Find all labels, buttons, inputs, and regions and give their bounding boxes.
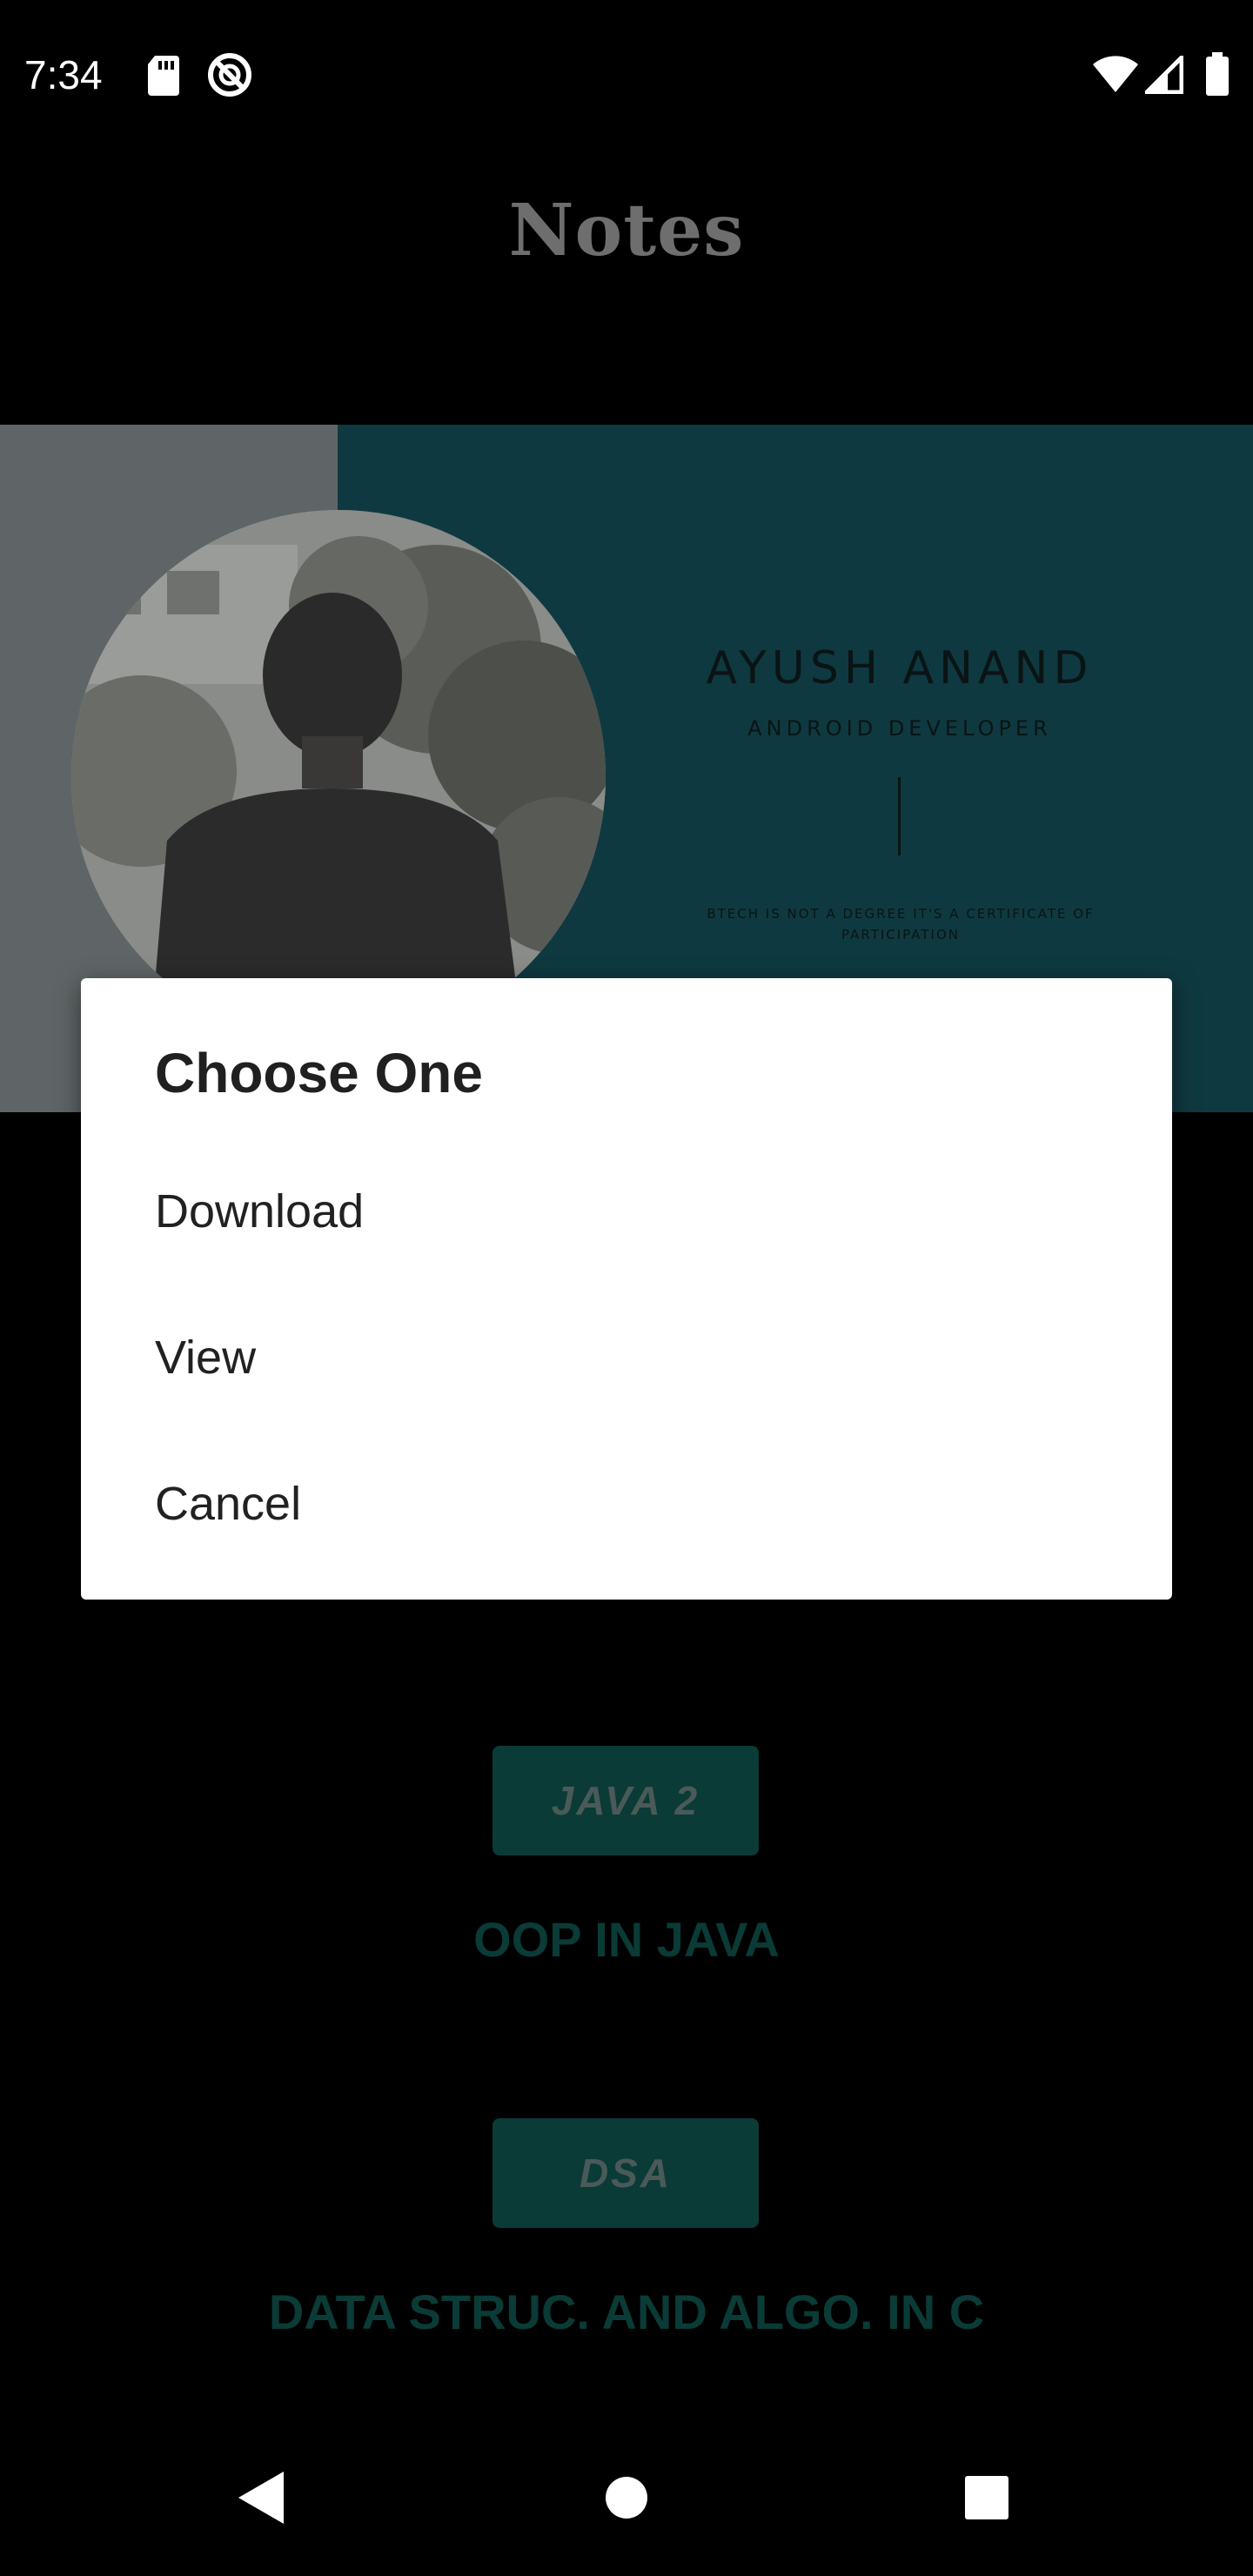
cancel-option[interactable]: Cancel — [81, 1431, 1172, 1577]
recents-icon[interactable] — [943, 2454, 1030, 2541]
note-title-dsa: DATA STRUC. AND ALGO. IN C — [268, 2284, 985, 2339]
status-bar: 7:34 — [0, 0, 1253, 148]
do-not-disturb-icon — [207, 52, 252, 102]
signal-icon — [1141, 51, 1184, 98]
battery-icon — [1204, 52, 1230, 100]
banner-quote: BTECH IS NOT A DEGREE IT'S A CERTIFICATE… — [707, 906, 1095, 943]
view-option[interactable]: View — [81, 1285, 1172, 1431]
wifi-icon — [1091, 54, 1140, 98]
download-option[interactable]: Download — [81, 1138, 1172, 1285]
note-title-java: OOP IN JAVA — [473, 1912, 780, 1967]
cancel-option-label: Cancel — [155, 1478, 302, 1530]
banner-divider — [898, 777, 901, 855]
download-option-label: Download — [155, 1185, 365, 1238]
screen: 7:34 Notes AYUSH ANAND ANDROID DEVELOPER… — [0, 0, 1253, 2576]
page-title: Notes — [508, 189, 745, 272]
banner-name: AYUSH ANAND — [706, 642, 1094, 694]
status-time: 7:34 — [24, 52, 103, 97]
dialog-title: Choose One — [155, 1042, 483, 1104]
navigation-bar — [0, 2419, 1253, 2576]
home-icon[interactable] — [583, 2454, 670, 2541]
note-button-dsa[interactable]: DSA — [492, 2118, 759, 2228]
sd-card-icon — [146, 56, 181, 100]
profile-photo — [71, 510, 606, 1044]
note-button-java2[interactable]: JAVA 2 — [492, 1746, 759, 1855]
banner-role: ANDROID DEVELOPER — [747, 716, 1052, 741]
view-option-label: View — [155, 1332, 257, 1384]
choose-dialog: Choose One Download View Cancel — [81, 978, 1172, 1600]
back-icon[interactable] — [218, 2454, 305, 2541]
